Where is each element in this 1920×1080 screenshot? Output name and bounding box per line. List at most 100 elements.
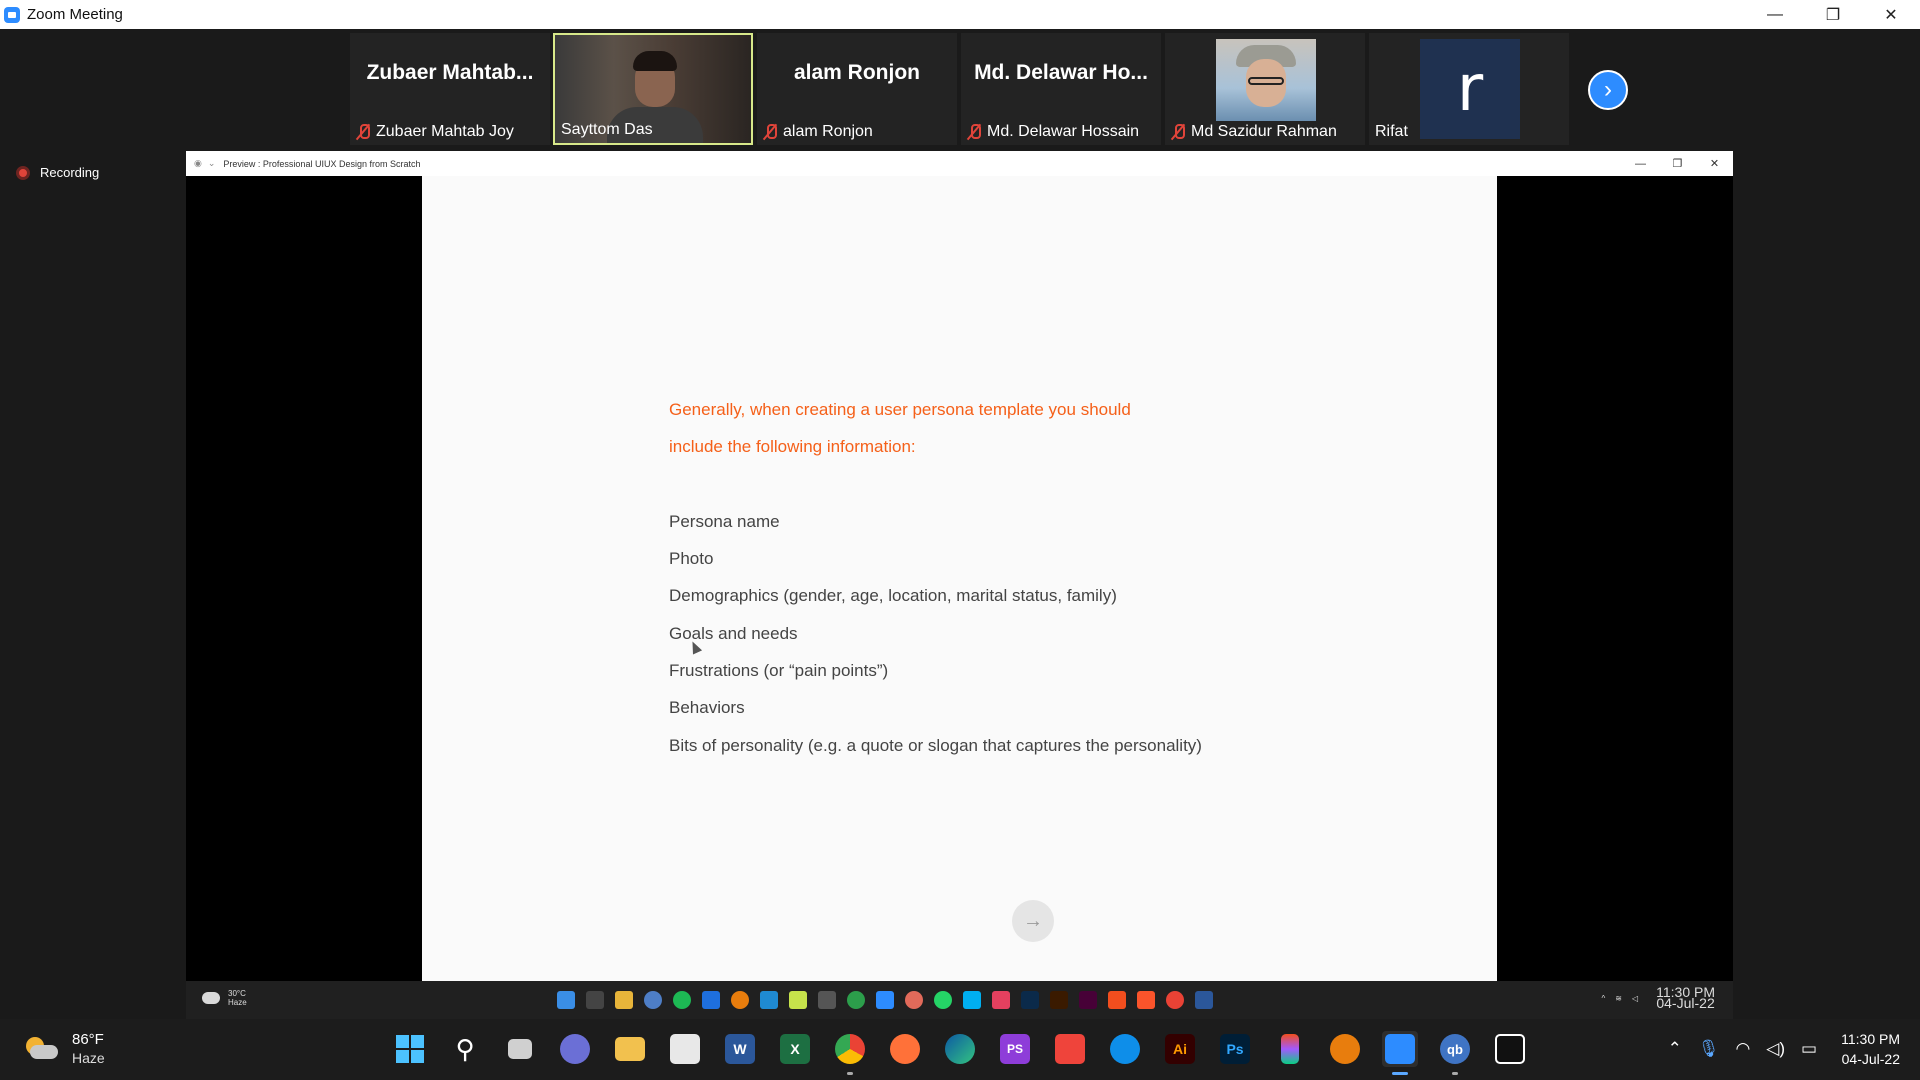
photoshop-button[interactable]: Ps	[1217, 1031, 1253, 1067]
slide-list-item: Persona name	[669, 512, 780, 531]
shared-weather-temp: 30°C	[228, 989, 246, 998]
start-button[interactable]	[392, 1031, 428, 1067]
search-button[interactable]: ⚲	[447, 1031, 483, 1067]
qbittorrent-button[interactable]: qb	[1437, 1031, 1473, 1075]
shared-screen-taskbar: 30°C Haze ^ ≋ ◁ 11:30 PM 04-Jul-22	[186, 981, 1733, 1019]
anydesk-icon	[1055, 1034, 1085, 1064]
search-icon	[586, 991, 604, 1009]
figma-button[interactable]	[1272, 1031, 1308, 1067]
close-button[interactable]: ✕	[1862, 0, 1920, 29]
illustrator-icon: Ai	[1165, 1034, 1195, 1064]
teams-chat-button[interactable]	[557, 1031, 593, 1067]
participant-name-label: Zubaer Mahtab Joy	[356, 123, 514, 141]
slide-list-item: Bits of personality (e.g. a quote or slo…	[669, 736, 1202, 755]
slide-list-item: Frustrations (or “pain points”)	[669, 661, 889, 680]
participant-tile[interactable]: Md. Delawar Ho... Md. Delawar Hossain	[961, 33, 1161, 145]
shared-minimize-button[interactable]: —	[1622, 151, 1659, 176]
anydesk-button[interactable]	[1052, 1031, 1088, 1067]
shared-window-controls: — ❐ ✕	[1622, 151, 1733, 176]
excel-button[interactable]: X	[777, 1031, 813, 1067]
qbittorrent-icon	[644, 991, 662, 1009]
participant-photo	[1216, 39, 1316, 121]
speaker-icon[interactable]: ◁)	[1766, 1039, 1785, 1059]
snipping-tool-button[interactable]	[667, 1031, 703, 1067]
qbittorrent-icon: qb	[1440, 1034, 1470, 1064]
participant-name-label: Sayttom Das	[561, 121, 653, 139]
participant-name: alam Ronjon	[783, 123, 873, 140]
slide-list-item: Behaviors	[669, 698, 745, 717]
task-view-button[interactable]	[502, 1031, 538, 1067]
microphone-icon[interactable]: 🎙	[1698, 1039, 1720, 1059]
zoom-icon	[876, 991, 894, 1009]
file-explorer-icon	[615, 991, 633, 1009]
recording-indicator[interactable]: Recording	[16, 165, 99, 180]
snipping-tool-icon	[670, 1034, 700, 1064]
edge-button[interactable]	[942, 1031, 978, 1067]
firefox-icon	[890, 1034, 920, 1064]
teams-chat-icon	[560, 1034, 590, 1064]
participant-tile[interactable]: alam Ronjon alam Ronjon	[757, 33, 957, 145]
shared-screen: ◉ ⌄ Preview : Professional UIUX Design f…	[186, 151, 1733, 981]
speaker-icon: ◁	[1631, 993, 1639, 1003]
weather-condition: Haze	[72, 1050, 105, 1066]
participant-name: Rifat	[1375, 123, 1408, 140]
minimize-button[interactable]: —	[1746, 0, 1804, 29]
window-controls: — ❐ ✕	[1746, 0, 1920, 29]
capcut-button[interactable]	[1492, 1031, 1528, 1067]
file-explorer-button[interactable]	[612, 1031, 648, 1067]
next-participants-button[interactable]: ›	[1588, 70, 1628, 110]
chevron-up-icon[interactable]: ⌃	[1668, 1039, 1682, 1059]
weather-widget[interactable]: 86°F Haze	[24, 1031, 105, 1067]
mic-muted-icon	[1171, 123, 1185, 141]
window-title: Zoom Meeting	[27, 6, 123, 23]
participant-name: Md. Delawar Hossain	[987, 123, 1140, 140]
excel-icon: X	[780, 1034, 810, 1064]
restore-button[interactable]: ❐	[1804, 0, 1862, 29]
blender-icon	[1330, 1034, 1360, 1064]
clock[interactable]: 11:30 PM 04-Jul-22	[1841, 1029, 1900, 1069]
participant-big-name: Md. Delawar Ho...	[974, 61, 1148, 84]
chrome-button[interactable]	[832, 1031, 868, 1075]
zoom-icon	[1385, 1034, 1415, 1064]
shared-window-titlebar: ◉ ⌄ Preview : Professional UIUX Design f…	[186, 151, 1733, 176]
teamviewer-button[interactable]	[1107, 1031, 1143, 1067]
shared-system-tray: ^ ≋ ◁ 11:30 PM 04-Jul-22	[1601, 985, 1715, 1010]
weather-temperature: 86°F	[72, 1031, 104, 1048]
illustrator-button[interactable]: Ai	[1162, 1031, 1198, 1067]
shared-weather-cond: Haze	[228, 998, 247, 1007]
firefox-button[interactable]	[887, 1031, 923, 1067]
slide-list-item: Demographics (gender, age, location, mar…	[669, 586, 1117, 605]
figma-icon	[1108, 991, 1126, 1009]
participant-tile-active-speaker[interactable]: Sayttom Das	[553, 33, 753, 145]
recording-icon	[16, 165, 30, 180]
taskbar: 86°F Haze ⚲ W X PS Ai Ps qb ⌃ 🎙 ◠ ◁) ▭ 1…	[0, 1019, 1920, 1080]
windows-logo-icon	[396, 1035, 424, 1063]
blender-button[interactable]	[1327, 1031, 1363, 1067]
mic-muted-icon	[356, 123, 370, 141]
participant-tile[interactable]: Zubaer Mahtab... Zubaer Mahtab Joy	[350, 33, 550, 145]
slide-next-button[interactable]: →	[1012, 900, 1054, 942]
chrome-icon	[1166, 991, 1184, 1009]
teamviewer-icon	[1110, 1034, 1140, 1064]
participant-name-label: Md. Delawar Hossain	[967, 123, 1139, 141]
clock-time: 11:30 PM	[1841, 1031, 1900, 1047]
instagram-icon	[992, 991, 1010, 1009]
adobe-xd-icon	[1079, 991, 1097, 1009]
chrome-alt-icon	[847, 991, 865, 1009]
shared-window-icons: ◉ ⌄	[194, 158, 215, 169]
task-view-icon	[508, 1039, 532, 1059]
start-icon	[557, 991, 575, 1009]
wifi-icon[interactable]: ◠	[1735, 1039, 1750, 1059]
participant-name-label: Rifat	[1375, 123, 1408, 141]
recording-label: Recording	[40, 165, 100, 180]
shared-restore-button[interactable]: ❐	[1659, 151, 1696, 176]
brave-icon	[1137, 991, 1155, 1009]
phpstorm-button[interactable]: PS	[997, 1031, 1033, 1067]
shared-close-button[interactable]: ✕	[1696, 151, 1733, 176]
zoom-button[interactable]	[1382, 1031, 1418, 1075]
word-button[interactable]: W	[722, 1031, 758, 1067]
chevron-up-icon: ^	[1601, 993, 1606, 1003]
participant-name-label: Md Sazidur Rahman	[1171, 123, 1337, 141]
shared-weather-widget: 30°C Haze	[202, 989, 247, 1007]
battery-icon[interactable]: ▭	[1801, 1039, 1817, 1059]
